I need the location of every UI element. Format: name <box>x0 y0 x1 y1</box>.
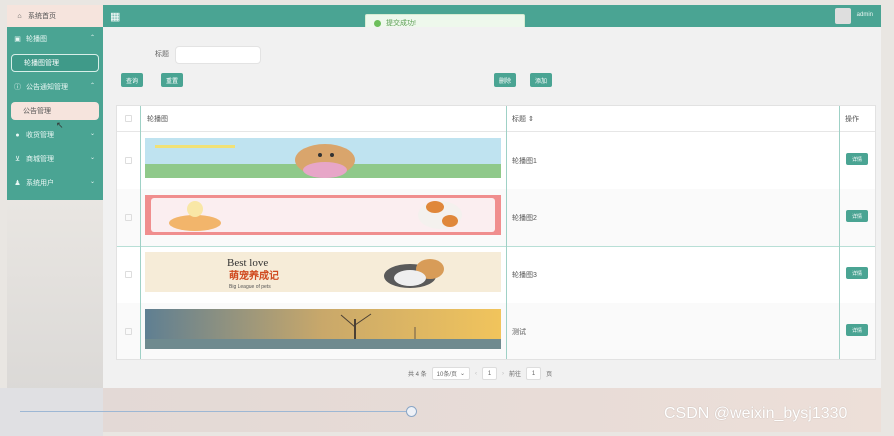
row-checkbox[interactable] <box>125 157 132 164</box>
select-all-checkbox[interactable] <box>125 115 132 122</box>
column-divider <box>506 106 507 359</box>
table-row: Best love 萌宠养成记 Big League of pets 轮播图3 … <box>117 246 875 304</box>
sidebar-item-label: 轮播图 <box>26 36 47 43</box>
detail-button[interactable]: 详情 <box>846 267 868 279</box>
sidebar-item-store[interactable]: ⊻ 商城管理 ⌄ <box>7 147 103 171</box>
sidebar-item-label: 公告通知管理 <box>26 84 68 91</box>
delete-button[interactable]: 删除 <box>494 73 517 87</box>
chevron-down-icon: ⌄ <box>460 371 466 377</box>
sidebar-subitem-notice-manage[interactable]: 公告管理 <box>7 99 103 123</box>
prev-page-icon[interactable]: ‹ <box>475 371 477 377</box>
image-icon: ▣ <box>14 36 21 43</box>
goto-suffix: 页 <box>546 372 553 378</box>
reset-button[interactable]: 重置 <box>161 73 184 87</box>
banner-text-league: Big League of pets <box>229 284 271 290</box>
main-content: 标题 查询 重置 删除 添加 轮播图 标题 ⇕ 操作 轮播图1 详情 轮播图2 … <box>103 27 881 388</box>
user-icon: ♟ <box>14 180 21 187</box>
banner-text-best-love: Best love <box>227 257 268 269</box>
query-button[interactable]: 查询 <box>121 73 144 87</box>
sidebar-item-label: 系统用户 <box>26 180 54 187</box>
row-title: 轮播图3 <box>512 272 537 279</box>
mouse-cursor-icon: ↖ <box>56 120 64 130</box>
add-button[interactable]: 添加 <box>530 73 553 87</box>
sidebar-item-label: 商城管理 <box>26 156 54 163</box>
row-title: 测试 <box>512 329 526 336</box>
banner-image-tree <box>145 309 501 349</box>
page-number-current[interactable]: 1 <box>482 367 498 380</box>
sidebar-item-home[interactable]: ⌂ 系统首页 <box>7 5 103 27</box>
banner-image-cat-dog <box>145 195 501 235</box>
row-title: 轮播图1 <box>512 158 537 165</box>
page-size-select[interactable]: 10条/页 ⌄ <box>431 367 471 380</box>
top-bar: ▦ 提交成功! admin <box>103 5 881 32</box>
sidebar-item-label: 公告管理 <box>23 108 51 115</box>
avatar[interactable] <box>835 8 851 24</box>
pagination-total: 共 4 条 <box>408 372 427 378</box>
banner-image-pets: Best love 萌宠养成记 Big League of pets <box>145 252 501 292</box>
home-icon: ⌂ <box>17 12 22 20</box>
video-progress-handle[interactable] <box>406 406 417 417</box>
table-row: 轮播图2 详情 <box>117 189 875 247</box>
table-row: 轮播图1 详情 <box>117 132 875 190</box>
user-name[interactable]: admin <box>857 12 873 18</box>
grid-menu-icon[interactable]: ▦ <box>110 10 120 23</box>
sidebar-item-label: 收货管理 <box>26 132 54 139</box>
sidebar-item-vip[interactable]: ● 收货管理 ⌄ <box>7 123 103 147</box>
table-row: 测试 详情 <box>117 303 875 359</box>
next-page-icon[interactable]: › <box>502 371 504 377</box>
sidebar-item-users[interactable]: ♟ 系统用户 ⌄ <box>7 171 103 195</box>
video-progress-track[interactable] <box>20 411 410 412</box>
data-table: 轮播图 标题 ⇕ 操作 轮播图1 详情 轮播图2 详情 Best love 萌宠… <box>116 105 876 360</box>
column-divider <box>839 106 840 359</box>
info-icon: ⓘ <box>14 84 21 91</box>
banner-image-dog <box>145 138 501 178</box>
sidebar: ⌂ 系统首页 ▣ 轮播图 ⌃ 轮播图管理 ⓘ 公告通知管理 ⌃ 公告管理 ● 收… <box>7 5 103 200</box>
row-title: 轮播图2 <box>512 215 537 222</box>
column-divider <box>140 106 141 359</box>
chevron-up-icon: ⌃ <box>89 35 95 41</box>
table-header: 轮播图 标题 ⇕ 操作 <box>117 106 875 132</box>
bottom-left-panel <box>0 388 103 436</box>
sidebar-subitem-carousel-manage[interactable]: 轮播图管理 <box>7 51 103 75</box>
chevron-up-icon: ⌃ <box>89 83 95 89</box>
search-input[interactable] <box>175 46 261 64</box>
row-checkbox[interactable] <box>125 271 132 278</box>
chevron-down-icon: ⌄ <box>89 155 95 161</box>
pagination: 共 4 条 10条/页 ⌄ ‹ 1 › 前往 1 页 <box>408 367 552 380</box>
chevron-down-icon: ⌄ <box>89 131 95 137</box>
chevron-down-icon: ⌄ <box>89 179 95 185</box>
banner-text-pets-title: 萌宠养成记 <box>229 269 279 282</box>
sidebar-item-label: 系统首页 <box>28 13 56 20</box>
watermark-text: CSDN @weixin_bysj1330 <box>664 405 848 422</box>
sidebar-item-carousel[interactable]: ▣ 轮播图 ⌃ <box>7 27 103 51</box>
page-size-value: 10条/页 <box>436 372 458 378</box>
goto-label: 前往 <box>509 372 522 378</box>
column-header-actions: 操作 <box>845 116 859 123</box>
detail-button[interactable]: 详情 <box>846 210 868 222</box>
check-circle-icon <box>374 19 381 27</box>
column-header-title[interactable]: 标题 ⇕ <box>512 114 534 124</box>
sidebar-item-label: 轮播图管理 <box>24 60 59 67</box>
detail-button[interactable]: 详情 <box>846 153 868 165</box>
sidebar-item-notice[interactable]: ⓘ 公告通知管理 ⌃ <box>7 75 103 99</box>
column-header-image: 轮播图 <box>147 116 168 123</box>
row-checkbox[interactable] <box>125 214 132 221</box>
location-icon: ● <box>15 131 20 139</box>
cart-icon: ⊻ <box>14 156 21 163</box>
search-label: 标题 <box>155 51 169 58</box>
row-checkbox[interactable] <box>125 328 132 335</box>
goto-page-input[interactable]: 1 <box>526 367 542 380</box>
detail-button[interactable]: 详情 <box>846 324 868 336</box>
